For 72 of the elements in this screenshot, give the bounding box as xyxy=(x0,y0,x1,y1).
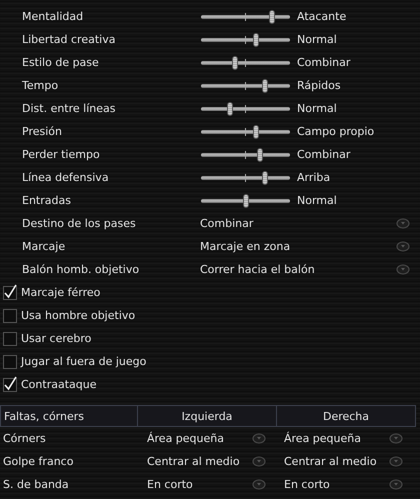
slider-thumb[interactable] xyxy=(253,124,260,138)
slider-thumb[interactable] xyxy=(269,10,276,24)
setting-label: Presión xyxy=(21,125,63,138)
setting-label: Balón homb. objetivo xyxy=(21,263,140,276)
row-label: Córners xyxy=(2,432,47,445)
dropdown-icon[interactable] xyxy=(396,264,410,275)
setting-label: Mentalidad xyxy=(21,10,84,23)
dropdown-icon[interactable] xyxy=(396,241,410,252)
row-label: Golpe franco xyxy=(2,455,74,468)
column-header: Izquierda xyxy=(137,405,277,427)
checkbox-label[interactable]: Usa hombre objetivo xyxy=(21,309,136,322)
setting-label: Tempo xyxy=(21,79,60,92)
setting-label: Libertad creativa xyxy=(21,33,116,46)
setting-value: Combinar xyxy=(297,148,350,161)
checkbox-label[interactable]: Marcaje férreo xyxy=(21,286,100,299)
dropdown-value[interactable]: Marcaje en zona xyxy=(200,240,396,253)
dropdown-icon[interactable] xyxy=(389,479,403,490)
setting-label: Destino de los pases xyxy=(21,217,137,230)
midpoint-tick xyxy=(245,150,247,158)
checkbox[interactable] xyxy=(3,308,17,322)
row-label: S. de banda xyxy=(2,478,70,491)
slider-thumb[interactable] xyxy=(227,102,234,116)
setting-label: Línea defensiva xyxy=(21,171,110,184)
checkbox-label[interactable]: Usar cerebro xyxy=(21,332,92,345)
setting-label: Marcaje xyxy=(21,240,66,253)
checkbox[interactable] xyxy=(3,378,17,392)
dropdown-icon[interactable] xyxy=(389,456,403,467)
checkbox[interactable] xyxy=(3,286,17,300)
dropdown-value[interactable]: Centrar al medio xyxy=(147,455,252,468)
dropdown-value[interactable]: Centrar al medio xyxy=(284,455,389,468)
dropdown-value[interactable]: En corto xyxy=(147,478,252,491)
setting-value: Normal xyxy=(297,33,337,46)
checkbox-label[interactable]: Jugar al fuera de juego xyxy=(21,355,146,368)
midpoint-tick xyxy=(245,36,247,44)
setting-value: Normal xyxy=(297,194,337,207)
setting-value: Arriba xyxy=(297,171,330,184)
midpoint-tick xyxy=(245,82,247,90)
setting-value: Normal xyxy=(297,102,337,115)
setting-value: Rápidos xyxy=(297,79,341,92)
dropdown-value[interactable]: Área pequeña xyxy=(284,432,389,445)
setting-label: Perder tiempo xyxy=(21,148,101,161)
setting-label: Dist. entre líneas xyxy=(21,102,116,115)
midpoint-tick xyxy=(245,128,247,136)
checkbox[interactable] xyxy=(3,354,17,368)
checkbox[interactable] xyxy=(3,332,17,346)
setting-value: Campo propio xyxy=(297,125,374,138)
midpoint-tick xyxy=(245,12,247,20)
dropdown-value[interactable]: Área pequeña xyxy=(147,432,252,445)
slider-thumb[interactable] xyxy=(242,194,248,208)
setting-value: Combinar xyxy=(297,56,350,69)
dropdown-value[interactable]: Correr hacia el balón xyxy=(200,263,396,276)
dropdown-icon[interactable] xyxy=(389,433,403,444)
dropdown-value[interactable]: Combinar xyxy=(200,217,396,230)
dropdown-value[interactable]: En corto xyxy=(284,478,389,491)
column-header: Derecha xyxy=(276,405,416,427)
slider-thumb[interactable] xyxy=(262,78,268,92)
dropdown-icon[interactable] xyxy=(252,479,266,490)
dropdown-icon[interactable] xyxy=(252,456,266,467)
midpoint-tick xyxy=(245,174,247,182)
slider-thumb[interactable] xyxy=(256,148,263,162)
midpoint-tick xyxy=(245,58,247,66)
midpoint-tick xyxy=(245,104,247,112)
column-header: Faltas, córners xyxy=(0,405,138,427)
dropdown-icon[interactable] xyxy=(396,218,410,229)
slider-thumb[interactable] xyxy=(253,32,260,46)
setting-value: Atacante xyxy=(297,10,346,23)
slider-thumb[interactable] xyxy=(232,56,238,70)
slider-thumb[interactable] xyxy=(262,170,268,184)
dropdown-icon[interactable] xyxy=(252,433,266,444)
setting-label: Entradas xyxy=(21,194,72,207)
checkbox-label[interactable]: Contraataque xyxy=(21,378,96,391)
setting-label: Estilo de pase xyxy=(21,56,100,69)
